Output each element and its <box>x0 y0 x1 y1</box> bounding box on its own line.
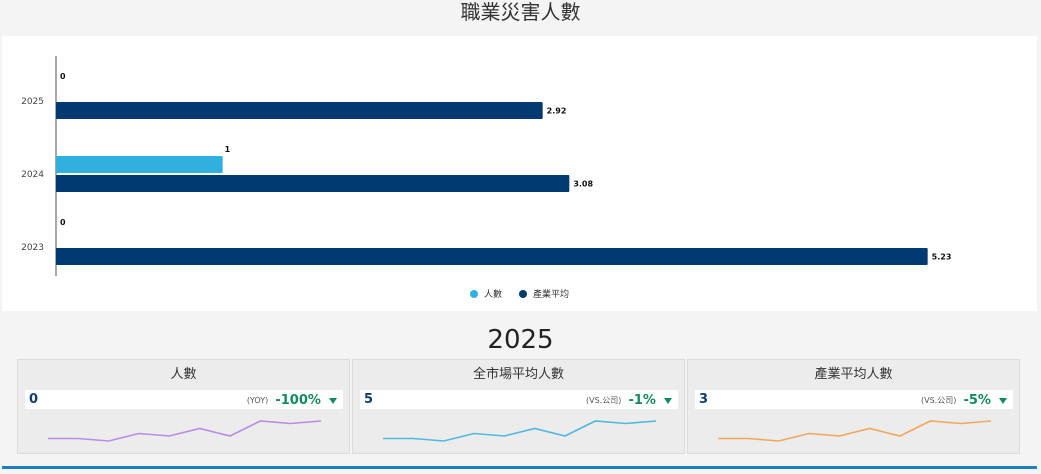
triangle-down-icon <box>664 397 672 404</box>
compare-percent: -1% <box>628 393 656 408</box>
triangle-down-icon <box>999 397 1007 404</box>
y-tick-label: 2023 <box>21 243 44 253</box>
legend-swatch-headcount <box>470 290 478 298</box>
triangle-down-icon <box>329 397 337 404</box>
y-tick-label: 2024 <box>21 170 44 180</box>
compare-percent: -5% <box>963 393 991 408</box>
card-metric-row: 5 (VS.公司) -1% <box>360 390 678 409</box>
compare-label: (VS.公司) <box>586 396 622 405</box>
card-value: 0 <box>29 392 39 407</box>
bar-industry-average <box>56 102 543 119</box>
bar-chart: 2025 0 2.92 2024 1 3.08 2023 0 5.23 人數 產業平均 <box>21 56 952 300</box>
compare-percent: -100% <box>275 393 321 408</box>
data-label: 0 <box>60 218 66 227</box>
data-label: 1 <box>225 145 231 154</box>
card-title: 人數 <box>170 367 197 382</box>
card-compare: (YOY) -100% <box>247 391 337 409</box>
card-market-average: 全市場平均人數 5 (VS.公司) -1% <box>352 359 685 454</box>
sparkline <box>383 420 657 442</box>
sparkline-path <box>383 420 657 442</box>
legend-label: 人數 <box>484 288 502 300</box>
data-label: 5.23 <box>932 253 952 262</box>
bar-chart-panel: 2025 0 2.92 2024 1 3.08 2023 0 5.23 人數 產業平均 <box>2 36 1037 311</box>
data-label: 3.08 <box>573 180 593 189</box>
card-compare: (VS.公司) -5% <box>921 391 1007 409</box>
summary-year-title: 2025 <box>487 325 554 355</box>
card-value: 5 <box>364 392 374 407</box>
compare-label: (YOY) <box>246 396 269 405</box>
data-label: 2.92 <box>547 107 567 116</box>
sparkline-path <box>48 420 322 442</box>
sparkline <box>48 420 322 442</box>
data-label: 0 <box>60 72 66 81</box>
bar-industry-average <box>56 248 928 265</box>
legend-label: 產業平均 <box>533 288 569 300</box>
card-metric-row: 0 (YOY) -100% <box>25 390 343 409</box>
sparkline <box>718 420 992 442</box>
bar-industry-average <box>56 175 570 192</box>
bottom-accent-bar <box>2 466 1037 469</box>
bar-headcount <box>56 156 223 173</box>
card-metric-row: 3 (VS.公司) -5% <box>695 390 1013 409</box>
card-headcount: 人數 0 (YOY) -100% <box>17 359 350 454</box>
page-title: 職業災害人數 <box>460 0 581 24</box>
legend-swatch-industry-average <box>519 290 527 298</box>
card-industry-average: 產業平均人數 3 (VS.公司) -5% <box>687 359 1020 454</box>
card-title: 全市場平均人數 <box>472 367 564 382</box>
sparkline-path <box>718 420 992 442</box>
compare-label: (VS.公司) <box>921 396 957 405</box>
card-title: 產業平均人數 <box>814 367 893 382</box>
summary-cards: 人數 0 (YOY) -100% 全市場平均人數 5 (VS.公司) -1% 產… <box>17 359 1022 454</box>
card-compare: (VS.公司) -1% <box>586 391 672 409</box>
y-tick-label: 2025 <box>21 97 44 107</box>
card-value: 3 <box>699 392 709 407</box>
